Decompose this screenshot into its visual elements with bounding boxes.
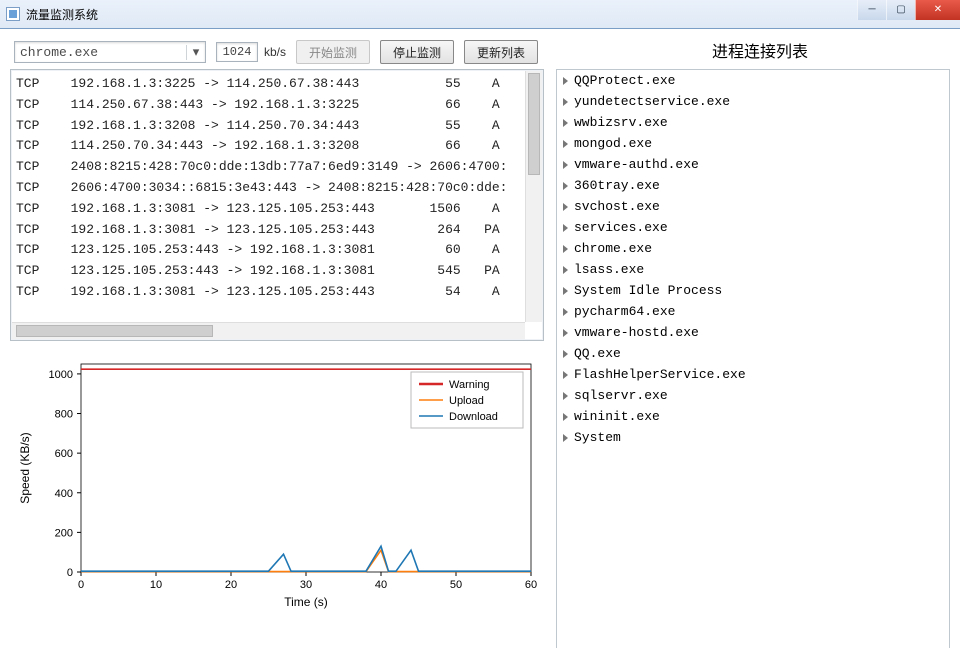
process-list-item[interactable]: QQ.exe — [563, 343, 943, 364]
process-list-item[interactable]: QQProtect.exe — [563, 70, 943, 91]
process-name: wininit.exe — [574, 409, 660, 424]
process-name: vmware-authd.exe — [574, 157, 699, 172]
process-list-item[interactable]: lsass.exe — [563, 259, 943, 280]
svg-text:10: 10 — [150, 579, 162, 591]
expand-icon — [563, 98, 568, 106]
process-name: lsass.exe — [574, 262, 644, 277]
svg-text:60: 60 — [525, 579, 537, 591]
process-list-panel: QQProtect.exe yundetectservice.exe wwbizsr… — [556, 69, 950, 648]
svg-text:Upload: Upload — [449, 395, 484, 407]
toolbar: chrome.exe ▾ 1024 kb/s 开始监测 停止监测 更新列表 进程… — [0, 29, 960, 69]
chevron-down-icon: ▾ — [186, 45, 205, 60]
process-list-item[interactable]: yundetectservice.exe — [563, 91, 943, 112]
expand-icon — [563, 77, 568, 85]
process-name: wwbizsrv.exe — [574, 115, 668, 130]
expand-icon — [563, 329, 568, 337]
expand-icon — [563, 224, 568, 232]
window-title: 流量监测系统 — [26, 6, 98, 23]
expand-icon — [563, 245, 568, 253]
svg-text:800: 800 — [55, 409, 73, 421]
process-name: System — [574, 430, 621, 445]
process-list-item[interactable]: services.exe — [563, 217, 943, 238]
process-name: System Idle Process — [574, 283, 722, 298]
process-name: QQProtect.exe — [574, 73, 675, 88]
start-button[interactable]: 开始监测 — [296, 40, 370, 64]
close-button[interactable]: ✕ — [915, 0, 960, 20]
expand-icon — [563, 392, 568, 400]
threshold-input[interactable]: 1024 — [216, 42, 258, 62]
svg-text:40: 40 — [375, 579, 387, 591]
svg-text:Warning: Warning — [449, 379, 490, 391]
process-list-item[interactable]: sqlservr.exe — [563, 385, 943, 406]
svg-text:50: 50 — [450, 579, 462, 591]
svg-text:0: 0 — [67, 567, 73, 579]
svg-text:Speed (KB/s): Speed (KB/s) — [18, 432, 32, 503]
process-name: vmware-hostd.exe — [574, 325, 699, 340]
threshold-unit: kb/s — [264, 45, 286, 59]
process-name: pycharm64.exe — [574, 304, 675, 319]
svg-text:0: 0 — [78, 579, 84, 591]
minimize-button[interactable]: ─ — [857, 0, 886, 20]
svg-text:200: 200 — [55, 527, 73, 539]
svg-text:30: 30 — [300, 579, 312, 591]
svg-text:20: 20 — [225, 579, 237, 591]
process-name: mongod.exe — [574, 136, 652, 151]
traffic-chart: 010203040506002004006008001000Time (s)Sp… — [10, 351, 544, 613]
process-list-item[interactable]: wininit.exe — [563, 406, 943, 427]
svg-text:400: 400 — [55, 488, 73, 500]
process-name: sqlservr.exe — [574, 388, 668, 403]
vertical-scrollbar[interactable] — [525, 71, 542, 322]
svg-text:Time (s): Time (s) — [284, 595, 328, 609]
packet-log: TCP 192.168.1.3:3225 -> 114.250.67.38:44… — [10, 69, 544, 341]
process-name: svchost.exe — [574, 199, 660, 214]
maximize-button[interactable]: ▢ — [886, 0, 915, 20]
expand-icon — [563, 266, 568, 274]
expand-icon — [563, 350, 568, 358]
process-list-item[interactable]: System — [563, 427, 943, 448]
process-list-item[interactable]: System Idle Process — [563, 280, 943, 301]
process-list-item[interactable]: FlashHelperService.exe — [563, 364, 943, 385]
app-icon — [6, 7, 20, 21]
process-list-item[interactable]: vmware-hostd.exe — [563, 322, 943, 343]
expand-icon — [563, 203, 568, 211]
expand-icon — [563, 308, 568, 316]
process-list-item[interactable]: chrome.exe — [563, 238, 943, 259]
process-list-item[interactable]: 360tray.exe — [563, 175, 943, 196]
process-select-value: chrome.exe — [15, 45, 186, 60]
expand-icon — [563, 371, 568, 379]
process-name: chrome.exe — [574, 241, 652, 256]
process-name: yundetectservice.exe — [574, 94, 730, 109]
expand-icon — [563, 413, 568, 421]
process-name: services.exe — [574, 220, 668, 235]
packet-log-lines: TCP 192.168.1.3:3225 -> 114.250.67.38:44… — [12, 74, 525, 322]
process-list-item[interactable]: wwbizsrv.exe — [563, 112, 943, 133]
process-list-item[interactable]: vmware-authd.exe — [563, 154, 943, 175]
process-list-item[interactable]: pycharm64.exe — [563, 301, 943, 322]
svg-text:Download: Download — [449, 411, 498, 423]
expand-icon — [563, 119, 568, 127]
expand-icon — [563, 161, 568, 169]
process-list-item[interactable]: mongod.exe — [563, 133, 943, 154]
expand-icon — [563, 140, 568, 148]
title-bar: 流量监测系统 ─ ▢ ✕ — [0, 0, 960, 29]
process-name: 360tray.exe — [574, 178, 660, 193]
expand-icon — [563, 182, 568, 190]
svg-text:1000: 1000 — [49, 369, 73, 381]
stop-button[interactable]: 停止监测 — [380, 40, 454, 64]
process-name: QQ.exe — [574, 346, 621, 361]
horizontal-scrollbar[interactable] — [12, 322, 525, 339]
expand-icon — [563, 434, 568, 442]
refresh-button[interactable]: 更新列表 — [464, 40, 538, 64]
expand-icon — [563, 287, 568, 295]
process-list-title: 进程连接列表 — [570, 36, 950, 68]
process-name: FlashHelperService.exe — [574, 367, 746, 382]
process-select[interactable]: chrome.exe ▾ — [14, 41, 206, 63]
svg-text:600: 600 — [55, 448, 73, 460]
process-list-item[interactable]: svchost.exe — [563, 196, 943, 217]
